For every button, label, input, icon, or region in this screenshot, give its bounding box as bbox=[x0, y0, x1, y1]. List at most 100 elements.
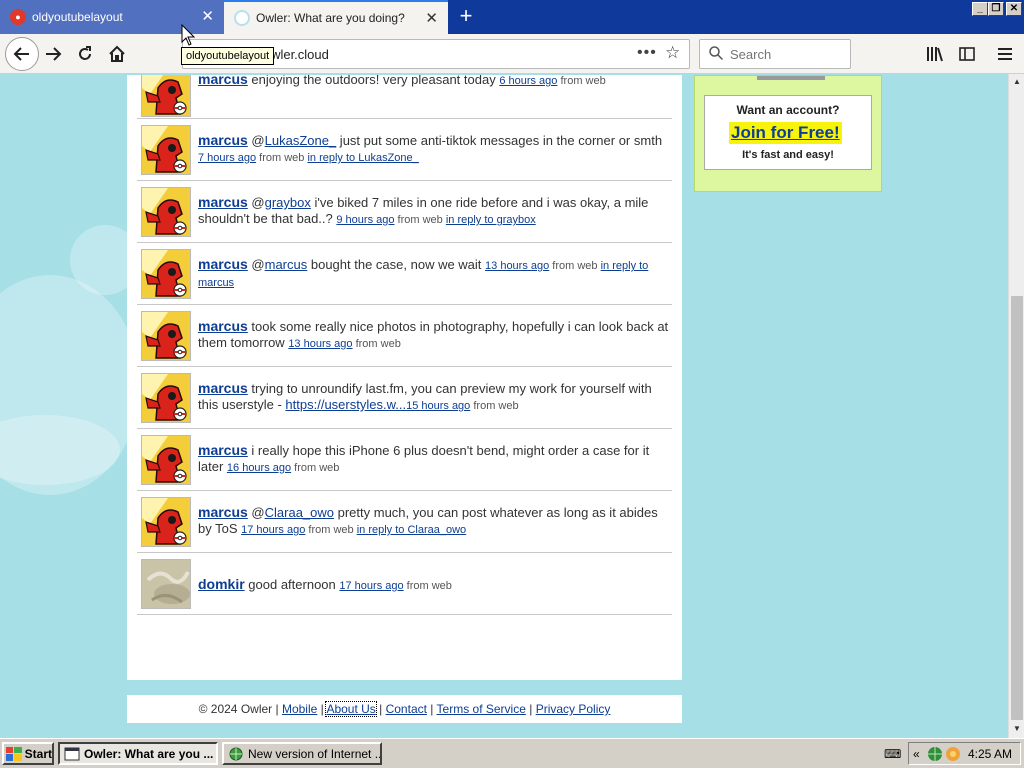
keyboard-icon[interactable]: ⌨ bbox=[884, 747, 901, 761]
scrollbar-thumb[interactable] bbox=[1011, 296, 1023, 720]
user-avatar[interactable] bbox=[141, 373, 191, 423]
status-text: domkir good afternoon 17 hours ago from … bbox=[198, 576, 670, 594]
close-tab-icon[interactable]: ✕ bbox=[425, 11, 438, 27]
timestamp-link[interactable]: 17 hours ago bbox=[241, 524, 305, 536]
user-avatar[interactable] bbox=[141, 559, 191, 609]
username-link[interactable]: marcus bbox=[198, 194, 248, 210]
user-avatar[interactable] bbox=[141, 125, 191, 175]
status-url-link[interactable]: https://userstyles.w... bbox=[285, 397, 406, 412]
in-reply-to-link[interactable]: in reply to graybox bbox=[446, 214, 536, 226]
user-avatar[interactable] bbox=[141, 187, 191, 237]
footer-link-mobile[interactable]: Mobile bbox=[282, 702, 317, 716]
timestamp-link[interactable]: 9 hours ago bbox=[336, 214, 394, 226]
home-button[interactable] bbox=[102, 39, 132, 69]
footer-link-privacy[interactable]: Privacy Policy bbox=[536, 702, 611, 716]
search-icon bbox=[709, 46, 724, 61]
user-avatar[interactable] bbox=[141, 249, 191, 299]
footer-separator: | bbox=[375, 702, 386, 716]
taskbar-item-internet-update[interactable]: New version of Internet ... bbox=[222, 742, 382, 765]
mention-link[interactable]: Claraa_owo bbox=[265, 505, 334, 520]
windows-taskbar: Start Owler: What are you ... New versio… bbox=[0, 738, 1024, 768]
new-tab-button[interactable]: + bbox=[454, 4, 478, 28]
username-link[interactable]: marcus bbox=[198, 132, 248, 148]
user-avatar[interactable] bbox=[141, 75, 191, 117]
library-icon bbox=[927, 47, 943, 62]
timestamp-link[interactable]: 13 hours ago bbox=[288, 338, 352, 350]
status-meta: 17 hours ago from web in reply to Claraa… bbox=[241, 524, 466, 536]
username-link[interactable]: marcus bbox=[198, 256, 248, 272]
library-button[interactable] bbox=[920, 39, 950, 69]
windows-logo-icon bbox=[6, 746, 22, 761]
in-reply-to-link[interactable]: in reply to LukasZone_ bbox=[307, 152, 418, 164]
user-avatar[interactable] bbox=[141, 497, 191, 547]
in-reply-to-link[interactable]: in reply to Claraa_owo bbox=[357, 524, 466, 536]
tray-expand-chevron[interactable]: « bbox=[913, 747, 920, 761]
footer-link-about-us[interactable]: About Us bbox=[325, 701, 377, 717]
footer-link-terms[interactable]: Terms of Service bbox=[437, 702, 526, 716]
username-link[interactable]: marcus bbox=[198, 504, 248, 520]
status-row: domkir good afternoon 17 hours ago from … bbox=[137, 553, 672, 615]
mention-link[interactable]: LukasZone_ bbox=[265, 133, 337, 148]
timestamp-link[interactable]: 17 hours ago bbox=[339, 580, 403, 592]
vertical-scrollbar[interactable]: ▲ ▼ bbox=[1008, 74, 1024, 738]
username-link[interactable]: marcus bbox=[198, 75, 248, 87]
bookmark-star-icon[interactable]: ☆ bbox=[665, 43, 680, 63]
menu-button[interactable] bbox=[990, 39, 1020, 69]
footer-separator: | bbox=[426, 702, 437, 716]
source-text: from web bbox=[394, 214, 446, 226]
back-button[interactable] bbox=[5, 37, 39, 71]
timestamp-link[interactable]: 16 hours ago bbox=[227, 462, 291, 474]
mouse-cursor-icon bbox=[181, 24, 195, 46]
source-text: from web bbox=[305, 524, 357, 536]
join-for-free-link[interactable]: Join for Free! bbox=[729, 122, 842, 144]
taskbar-item-owler[interactable]: Owler: What are you ... bbox=[58, 742, 218, 765]
close-window-button[interactable]: ✕ bbox=[1006, 2, 1022, 16]
mention-link[interactable]: marcus bbox=[265, 257, 308, 272]
search-bar[interactable] bbox=[699, 39, 851, 69]
status-text: marcus i really hope this iPhone 6 plus … bbox=[198, 442, 670, 476]
user-avatar[interactable] bbox=[141, 435, 191, 485]
forward-button[interactable] bbox=[38, 39, 68, 69]
signup-subtext: It's fast and easy! bbox=[742, 149, 834, 161]
copyright-text: © 2024 Owler bbox=[198, 702, 273, 716]
source-text: from web bbox=[403, 580, 452, 592]
arrow-right-icon bbox=[46, 47, 62, 61]
timestamp-link[interactable]: 7 hours ago bbox=[198, 152, 256, 164]
sound-icon[interactable] bbox=[945, 746, 961, 762]
username-link[interactable]: domkir bbox=[198, 576, 245, 592]
clock: 4:25 AM bbox=[967, 747, 1012, 761]
network-globe-icon[interactable] bbox=[927, 746, 943, 762]
username-link[interactable]: marcus bbox=[198, 380, 248, 396]
mention-link[interactable]: graybox bbox=[265, 195, 311, 210]
search-input[interactable] bbox=[730, 47, 840, 62]
navigation-toolbar: ://owler.cloud ••• ☆ bbox=[0, 34, 1024, 74]
username-link[interactable]: marcus bbox=[198, 442, 248, 458]
close-tab-icon[interactable]: ✕ bbox=[201, 9, 214, 25]
user-avatar[interactable] bbox=[141, 311, 191, 361]
status-row: marcus @Claraa_owo pretty much, you can … bbox=[137, 491, 672, 553]
status-meta: 6 hours ago from web bbox=[499, 75, 605, 87]
reload-button[interactable] bbox=[70, 39, 100, 69]
footer-link-contact[interactable]: Contact bbox=[386, 702, 427, 716]
timestamp-link[interactable]: 13 hours ago bbox=[485, 260, 549, 272]
status-meta: 13 hours ago from web bbox=[288, 338, 401, 350]
signup-box: Want an account? Join for Free! It's fas… bbox=[704, 95, 872, 170]
source-text: from web bbox=[256, 152, 308, 164]
start-button[interactable]: Start bbox=[2, 742, 54, 765]
tab-owler[interactable]: Owler: What are you doing? ✕ bbox=[224, 0, 448, 34]
minimize-window-button[interactable]: _ bbox=[972, 2, 988, 16]
footer-separator: | bbox=[272, 702, 282, 716]
page-actions-icon[interactable]: ••• bbox=[637, 44, 657, 62]
status-row: marcus @graybox i've biked 7 miles in on… bbox=[137, 181, 672, 243]
status-text: marcus enjoying the outdoors! very pleas… bbox=[198, 75, 670, 89]
scroll-down-arrow-icon[interactable]: ▼ bbox=[1010, 722, 1024, 736]
timestamp-link[interactable]: 6 hours ago bbox=[499, 75, 557, 87]
status-meta: 15 hours ago from web bbox=[406, 400, 519, 412]
timestamp-link[interactable]: 15 hours ago bbox=[406, 400, 470, 412]
username-link[interactable]: marcus bbox=[198, 318, 248, 334]
status-meta: 17 hours ago from web bbox=[339, 580, 452, 592]
restore-window-button[interactable]: ❐ bbox=[988, 2, 1004, 16]
source-text: from web bbox=[470, 400, 519, 412]
scroll-up-arrow-icon[interactable]: ▲ bbox=[1010, 75, 1024, 89]
sidebar-toggle-button[interactable] bbox=[952, 39, 982, 69]
